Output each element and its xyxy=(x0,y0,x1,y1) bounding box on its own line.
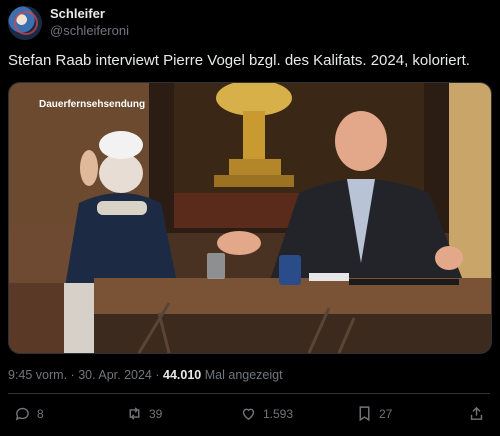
media-caption: Dauerfernsehsendung xyxy=(39,99,145,110)
repost-count: 39 xyxy=(149,406,163,421)
share-icon xyxy=(470,406,483,420)
like-button[interactable]: 1.593 xyxy=(240,405,293,422)
action-bar: 8 39 1.593 27 xyxy=(0,405,500,429)
like-count: 1.593 xyxy=(263,406,294,421)
repost-button[interactable]: 39 xyxy=(126,405,162,422)
bookmark-button[interactable]: 27 xyxy=(356,405,392,422)
tweet-date[interactable]: 30. Apr. 2024 xyxy=(78,368,152,382)
author-name[interactable]: Schleifer xyxy=(50,6,105,21)
views-label: Mal angezeigt xyxy=(204,368,283,382)
avatar[interactable] xyxy=(8,6,42,40)
like-icon xyxy=(242,408,255,421)
reply-count: 8 xyxy=(37,406,44,421)
bookmark-count: 27 xyxy=(379,406,393,421)
tweet-media-image[interactable]: Dauerfernsehsendung xyxy=(8,82,492,354)
divider xyxy=(8,393,490,394)
reply-icon xyxy=(15,407,29,421)
share-button[interactable] xyxy=(468,405,485,422)
tweet-time[interactable]: 9:45 vorm. xyxy=(8,368,67,382)
repost-icon xyxy=(129,407,140,420)
meta-separator: · xyxy=(70,368,75,382)
tweet-text: Stefan Raab interviewt Pierre Vogel bzgl… xyxy=(8,52,470,69)
meta-separator: · xyxy=(155,368,160,382)
reply-button[interactable]: 8 xyxy=(14,405,44,422)
bookmark-icon xyxy=(359,406,370,422)
author-handle[interactable]: @schleiferoni xyxy=(50,23,129,38)
tweet-meta: 9:45 vorm. · 30. Apr. 2024 · 44.010 Mal … xyxy=(8,368,283,382)
views-count: 44.010 xyxy=(163,368,202,382)
